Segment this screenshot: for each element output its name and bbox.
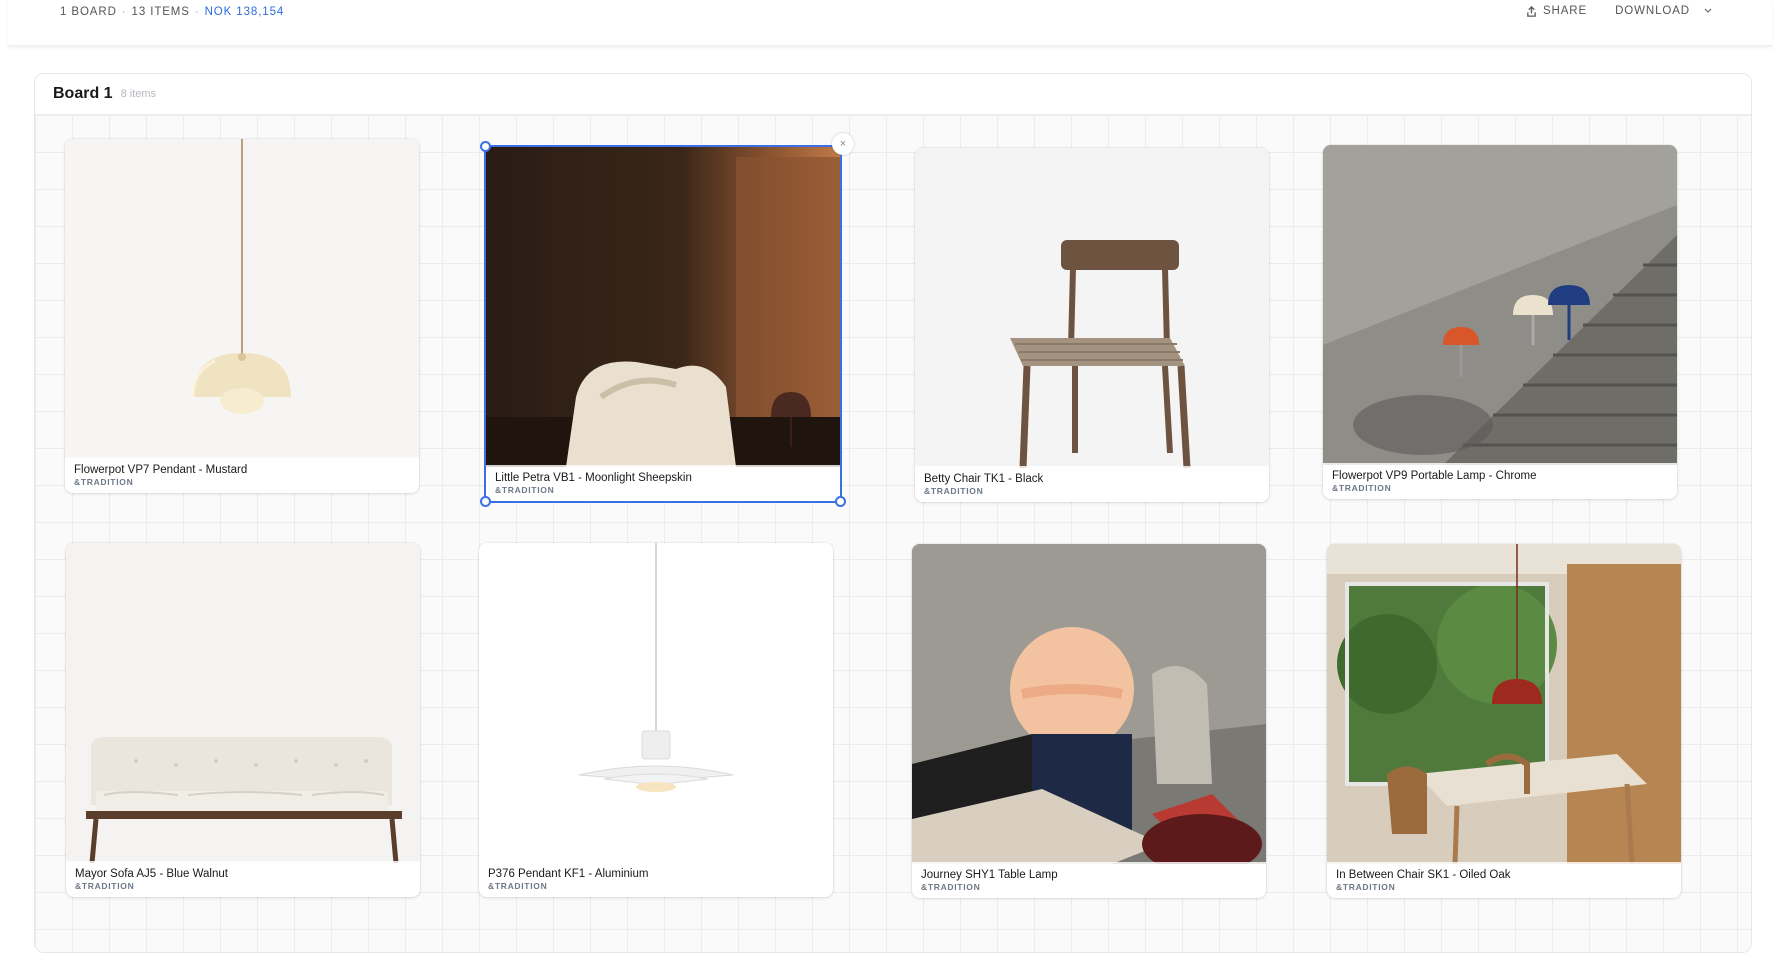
product-image <box>912 544 1266 864</box>
board-panel: Board 1 8 items Flowerpot VP7 Pendant - … <box>34 73 1752 953</box>
product-name: In Between Chair SK1 - Oiled Oak <box>1336 869 1511 881</box>
resize-handle-top-left[interactable] <box>480 141 491 152</box>
product-brand: &TRADITION <box>1336 882 1396 892</box>
product-caption: Little Petra VB1 - Moonlight Sheepskin &… <box>486 465 840 501</box>
product-name: Betty Chair TK1 - Black <box>924 473 1044 485</box>
product-image <box>1323 145 1677 465</box>
product-image <box>486 147 840 467</box>
download-button[interactable]: DOWNLOAD <box>1615 5 1712 17</box>
share-button[interactable]: SHARE <box>1526 5 1587 17</box>
product-caption: Betty Chair TK1 - Black &TRADITION <box>915 466 1269 502</box>
board-count-summary: 1 BOARD <box>60 6 117 18</box>
product-caption: Journey SHY1 Table Lamp &TRADITION <box>912 862 1266 898</box>
item-count-summary: 13 ITEMS <box>131 6 190 18</box>
product-name: Little Petra VB1 - Moonlight Sheepskin <box>495 472 692 484</box>
product-card-selected[interactable]: Little Petra VB1 - Moonlight Sheepskin &… <box>480 133 854 507</box>
product-image <box>1327 544 1681 864</box>
product-name: P376 Pendant KF1 - Aluminium <box>488 868 649 880</box>
resize-handle-bottom-left[interactable] <box>480 496 491 507</box>
product-brand: &TRADITION <box>75 881 135 891</box>
product-image <box>65 139 419 459</box>
share-icon <box>1526 5 1537 17</box>
chevron-down-icon <box>1704 8 1712 14</box>
product-name: Journey SHY1 Table Lamp <box>921 869 1058 881</box>
product-brand: &TRADITION <box>1332 483 1392 493</box>
product-caption: Flowerpot VP9 Portable Lamp - Chrome &TR… <box>1323 463 1677 499</box>
product-brand: &TRADITION <box>921 882 981 892</box>
product-card[interactable]: In Between Chair SK1 - Oiled Oak &TRADIT… <box>1327 544 1681 898</box>
product-image <box>915 148 1269 468</box>
board-summary: 1 BOARD · 13 ITEMS · NOK 138,154 <box>60 6 284 18</box>
product-brand: &TRADITION <box>74 477 134 487</box>
product-brand: &TRADITION <box>495 485 555 495</box>
product-name: Mayor Sofa AJ5 - Blue Walnut <box>75 868 228 880</box>
resize-handle-bottom-right[interactable] <box>835 496 846 507</box>
product-caption: Mayor Sofa AJ5 - Blue Walnut &TRADITION <box>66 861 420 897</box>
product-caption: P376 Pendant KF1 - Aluminium &TRADITION <box>479 861 833 897</box>
product-card[interactable]: Mayor Sofa AJ5 - Blue Walnut &TRADITION <box>66 543 420 897</box>
board-canvas[interactable]: Flowerpot VP7 Pendant - Mustard &TRADITI… <box>35 115 1751 952</box>
product-name: Flowerpot VP9 Portable Lamp - Chrome <box>1332 470 1537 482</box>
product-image <box>66 543 420 863</box>
board-header: Board 1 8 items <box>35 74 1751 115</box>
product-caption: In Between Chair SK1 - Oiled Oak &TRADIT… <box>1327 862 1681 898</box>
product-card[interactable]: Flowerpot VP7 Pendant - Mustard &TRADITI… <box>65 139 419 493</box>
board-title[interactable]: Board 1 <box>53 85 113 103</box>
summary-separator: · <box>194 6 200 18</box>
product-brand: &TRADITION <box>924 486 984 496</box>
top-bar: 1 BOARD · 13 ITEMS · NOK 138,154 SHARE DOWNL… <box>8 0 1772 46</box>
share-label: SHARE <box>1542 5 1588 17</box>
board-item-count: 8 items <box>120 88 157 100</box>
product-card[interactable]: Flowerpot VP9 Portable Lamp - Chrome &TR… <box>1323 145 1677 499</box>
close-icon: × <box>839 138 847 150</box>
total-price: NOK 138,154 <box>204 6 285 18</box>
remove-item-button[interactable]: × <box>832 133 854 155</box>
download-label: DOWNLOAD <box>1615 5 1690 17</box>
product-image <box>479 543 833 863</box>
product-card[interactable]: Journey SHY1 Table Lamp &TRADITION <box>912 544 1266 898</box>
product-card[interactable]: Betty Chair TK1 - Black &TRADITION <box>915 148 1269 502</box>
product-name: Flowerpot VP7 Pendant - Mustard <box>74 464 248 476</box>
product-brand: &TRADITION <box>488 881 548 891</box>
product-caption: Flowerpot VP7 Pendant - Mustard &TRADITI… <box>65 457 419 493</box>
toolbar-actions: SHARE DOWNLOAD <box>1526 5 1712 17</box>
summary-separator: · <box>121 6 127 18</box>
product-card[interactable]: P376 Pendant KF1 - Aluminium &TRADITION <box>479 543 833 897</box>
